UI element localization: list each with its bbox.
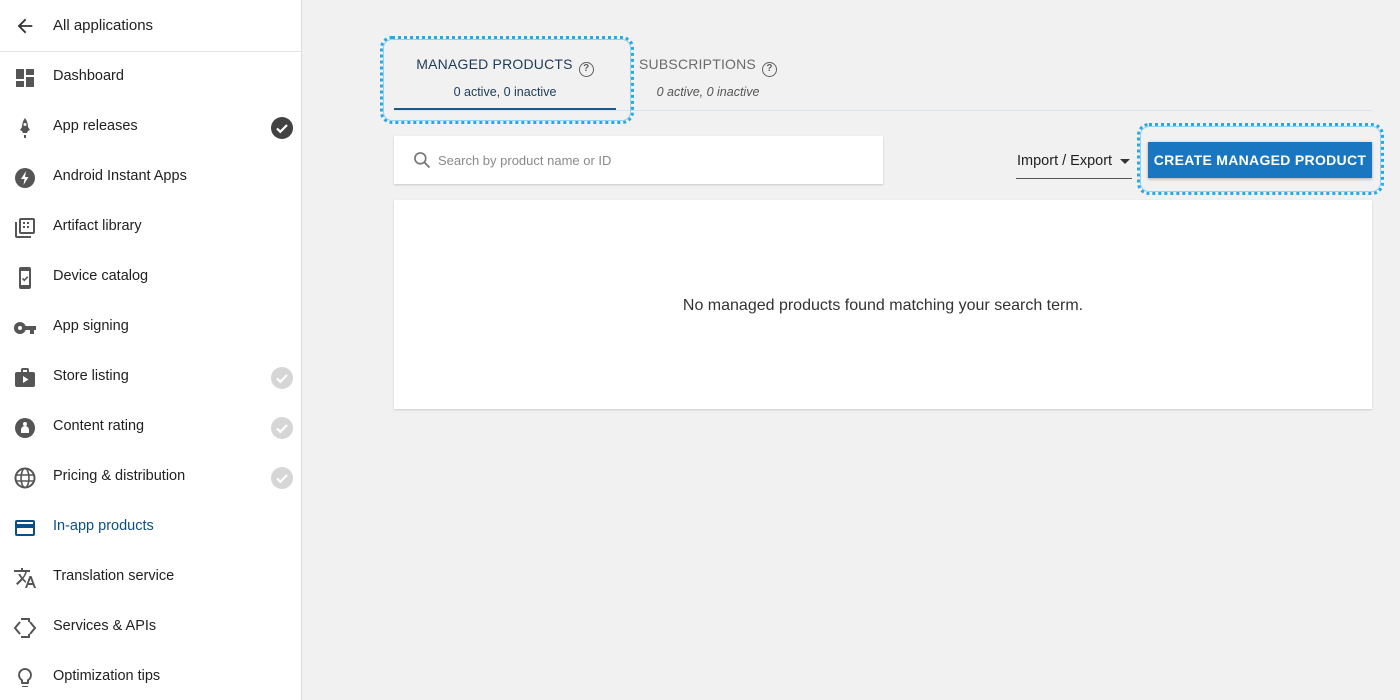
check-circle-icon xyxy=(271,117,293,139)
sidebar-item-in-app-products[interactable]: In-app products xyxy=(0,502,302,552)
sidebar-item-label: Artifact library xyxy=(53,218,142,234)
sidebar-item-label: Pricing & distribution xyxy=(53,468,186,484)
sidebar-item-label: Android Instant Apps xyxy=(53,168,187,184)
sidebar-item-pricing-distribution[interactable]: Pricing & distribution xyxy=(0,452,302,502)
search-box xyxy=(394,136,883,184)
translate-icon xyxy=(13,566,37,590)
sidebar-item-label: App releases xyxy=(53,118,138,134)
sidebar-item-label: Dashboard xyxy=(53,68,124,84)
sidebar-item-app-releases[interactable]: App releases xyxy=(0,102,302,152)
sidebar-item-label: In-app products xyxy=(53,518,154,534)
sidebar-item-android-instant-apps[interactable]: Android Instant Apps xyxy=(0,152,302,202)
rating-icon xyxy=(13,416,37,440)
products-list-card: No managed products found matching your … xyxy=(394,200,1372,409)
tab-title: SUBSCRIPTIONS xyxy=(639,56,756,72)
help-icon[interactable]: ? xyxy=(761,62,777,77)
sidebar-item-store-listing[interactable]: Store listing xyxy=(0,352,302,402)
rocket-icon xyxy=(13,116,37,140)
sidebar-item-translation-service[interactable]: Translation service xyxy=(0,552,302,602)
sidebar-item-label: Store listing xyxy=(53,368,129,384)
search-icon xyxy=(412,150,432,170)
sidebar-item-dashboard[interactable]: Dashboard xyxy=(0,52,302,102)
highlight-annotation-tab xyxy=(380,36,634,124)
sidebar-item-label: Optimization tips xyxy=(53,668,161,684)
empty-state-message: No managed products found matching your … xyxy=(682,297,1084,314)
sidebar-item-label: Services & APIs xyxy=(53,618,157,634)
check-circle-icon xyxy=(271,367,293,389)
sidebar-item-content-rating[interactable]: Content rating xyxy=(0,402,302,452)
library-icon xyxy=(13,216,37,240)
sidebar-item-app-signing[interactable]: App signing xyxy=(0,302,302,352)
search-input[interactable] xyxy=(438,148,858,172)
sidebar-item-services-apis[interactable]: Services & APIs xyxy=(0,602,302,652)
arrow-back-icon xyxy=(14,15,36,37)
sidebar-item-device-catalog[interactable]: Device catalog xyxy=(0,252,302,302)
check-circle-icon xyxy=(271,467,293,489)
globe-icon xyxy=(13,466,37,490)
api-icon xyxy=(13,616,37,640)
sidebar: All applications Dashboard App releases … xyxy=(0,0,302,700)
sidebar-item-label: Content rating xyxy=(53,418,145,434)
lightbulb-icon xyxy=(13,666,37,690)
check-circle-icon xyxy=(271,417,293,439)
store-icon xyxy=(13,366,37,390)
device-icon xyxy=(13,266,37,290)
caret-down-icon xyxy=(1120,159,1130,164)
sidebar-item-label: App signing xyxy=(53,318,129,334)
card-icon xyxy=(13,516,37,540)
tab-subscriptions[interactable]: SUBSCRIPTIONS? 0 active, 0 inactive xyxy=(628,38,788,112)
sidebar-item-artifact-library[interactable]: Artifact library xyxy=(0,202,302,252)
all-applications-label: All applications xyxy=(53,17,154,34)
sidebar-item-optimization-tips[interactable]: Optimization tips xyxy=(0,652,302,700)
sidebar-item-label: Translation service xyxy=(53,568,175,584)
create-managed-product-button[interactable]: CREATE MANAGED PRODUCT xyxy=(1148,142,1372,178)
tab-count: 0 active, 0 inactive xyxy=(656,85,760,99)
dashboard-icon xyxy=(13,66,37,90)
sidebar-item-label: Device catalog xyxy=(53,268,149,284)
all-applications-link[interactable]: All applications xyxy=(0,0,302,52)
lightning-icon xyxy=(13,166,37,190)
import-export-dropdown[interactable]: Import / Export xyxy=(1016,150,1132,179)
key-icon xyxy=(13,316,37,340)
import-export-label: Import / Export xyxy=(1017,153,1113,169)
